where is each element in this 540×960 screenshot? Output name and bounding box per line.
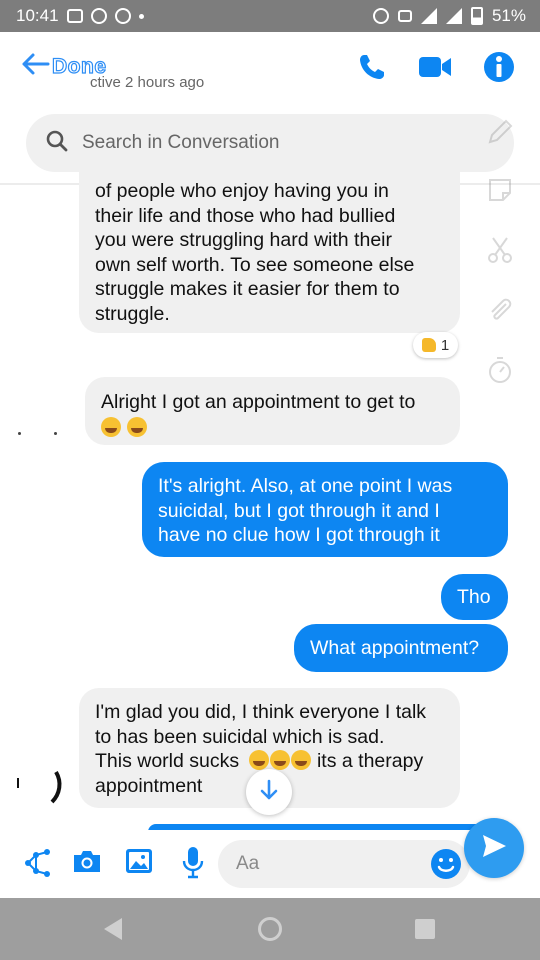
nav-back-icon[interactable]: [104, 918, 122, 940]
system-navigation-bar: [0, 898, 540, 960]
send-button[interactable]: [464, 818, 524, 878]
message-line: It's alright. Also, at one point I was: [158, 475, 453, 497]
scissors-icon[interactable]: [482, 232, 518, 268]
paperclip-icon[interactable]: [482, 292, 518, 328]
status-bar: 10:41 51%: [0, 0, 540, 32]
message-line: struggle makes it easier for them to: [95, 278, 400, 300]
message-line: you were struggling hard with their: [95, 229, 392, 251]
microphone-icon[interactable]: [181, 846, 205, 885]
laughing-crying-emoji-icon: [248, 750, 269, 770]
back-arrow-icon: [20, 52, 50, 81]
squinting-tongue-emoji-icon: [127, 416, 148, 437]
status-time: 10:41: [16, 6, 59, 25]
message-line: I'm glad you did, I think everyone I tal…: [95, 701, 427, 723]
app-notification-icon: [90, 8, 107, 24]
laughing-crying-emoji-icon: [269, 750, 290, 770]
gallery-icon[interactable]: [124, 846, 154, 881]
message-text: its a therapy: [316, 750, 424, 772]
search-placeholder: Search in Conversation: [82, 132, 280, 153]
message-text: What appointment?: [310, 637, 480, 659]
cell-signal-icon: [445, 8, 462, 24]
scroll-to-bottom-button[interactable]: [246, 769, 292, 815]
message-bubble-outgoing[interactable]: What appointment?: [294, 624, 508, 672]
artifact-dot: [54, 432, 57, 435]
battery-level: 51%: [491, 6, 526, 25]
conversation-header: Done ctive 2 hours ago: [0, 32, 540, 107]
message-line: have no clue how I got through it: [158, 524, 440, 546]
sticker-icon[interactable]: [482, 172, 518, 208]
video-call-icon[interactable]: [418, 56, 452, 83]
message-bubble-incoming[interactable]: of people who enjoy having you in their …: [79, 171, 460, 333]
more-notifications-icon: [138, 13, 144, 19]
artifact-dot: [18, 432, 21, 435]
more-actions-icon[interactable]: [20, 846, 54, 885]
message-line: struggle.: [95, 302, 170, 325]
send-icon: [479, 831, 509, 866]
message-line: of people who enjoy having you in: [95, 180, 389, 202]
nav-recents-icon[interactable]: [415, 919, 435, 939]
message-bubble-outgoing[interactable]: It's alright. Also, at one point I was s…: [142, 462, 508, 557]
reaction-count: 1: [440, 336, 450, 354]
message-line: to has been suicidal which is sad.: [95, 725, 385, 748]
wifi-icon: [420, 8, 437, 24]
search-icon: [46, 130, 68, 157]
message-line: own self worth. To see someone else: [95, 253, 415, 276]
message-text: This world sucks: [95, 750, 240, 772]
message-bubble-outgoing[interactable]: Tho: [441, 574, 508, 620]
message-composer: Aa: [0, 830, 540, 898]
laughing-crying-emoji-icon: [101, 416, 121, 437]
camera-icon[interactable]: [71, 846, 103, 881]
pencil-icon[interactable]: [482, 114, 518, 150]
active-status: ctive 2 hours ago: [90, 74, 205, 91]
info-icon[interactable]: [482, 50, 516, 89]
message-line: their life and those who had bullied: [95, 204, 396, 227]
reaction-badge[interactable]: 1: [413, 332, 458, 358]
message-text: Tho: [457, 586, 491, 608]
conversation-search[interactable]: Search in Conversation: [26, 114, 514, 172]
timer-icon[interactable]: [482, 352, 518, 388]
message-placeholder: Aa: [236, 853, 260, 874]
arrow-down-icon: [259, 779, 279, 806]
battery-icon: [470, 7, 483, 25]
vibrate-icon: [397, 10, 412, 22]
message-bubble-incoming[interactable]: Alright I got an appointment to get to: [85, 377, 460, 445]
emoji-picker-icon[interactable]: [430, 848, 462, 885]
alarm-icon: [372, 8, 389, 24]
image-notification-icon: [66, 9, 83, 23]
phone-icon[interactable]: [357, 52, 387, 87]
laughing-crying-emoji-icon: [290, 750, 311, 770]
message-text: Alright I got an appointment to get to: [101, 391, 416, 413]
thumbs-up-icon: [421, 338, 436, 352]
sync-notification-icon: [114, 8, 131, 24]
nav-home-icon[interactable]: [258, 917, 282, 941]
partial-avatar: [16, 768, 64, 804]
message-line: suicidal, but I got through it and I: [158, 499, 440, 522]
